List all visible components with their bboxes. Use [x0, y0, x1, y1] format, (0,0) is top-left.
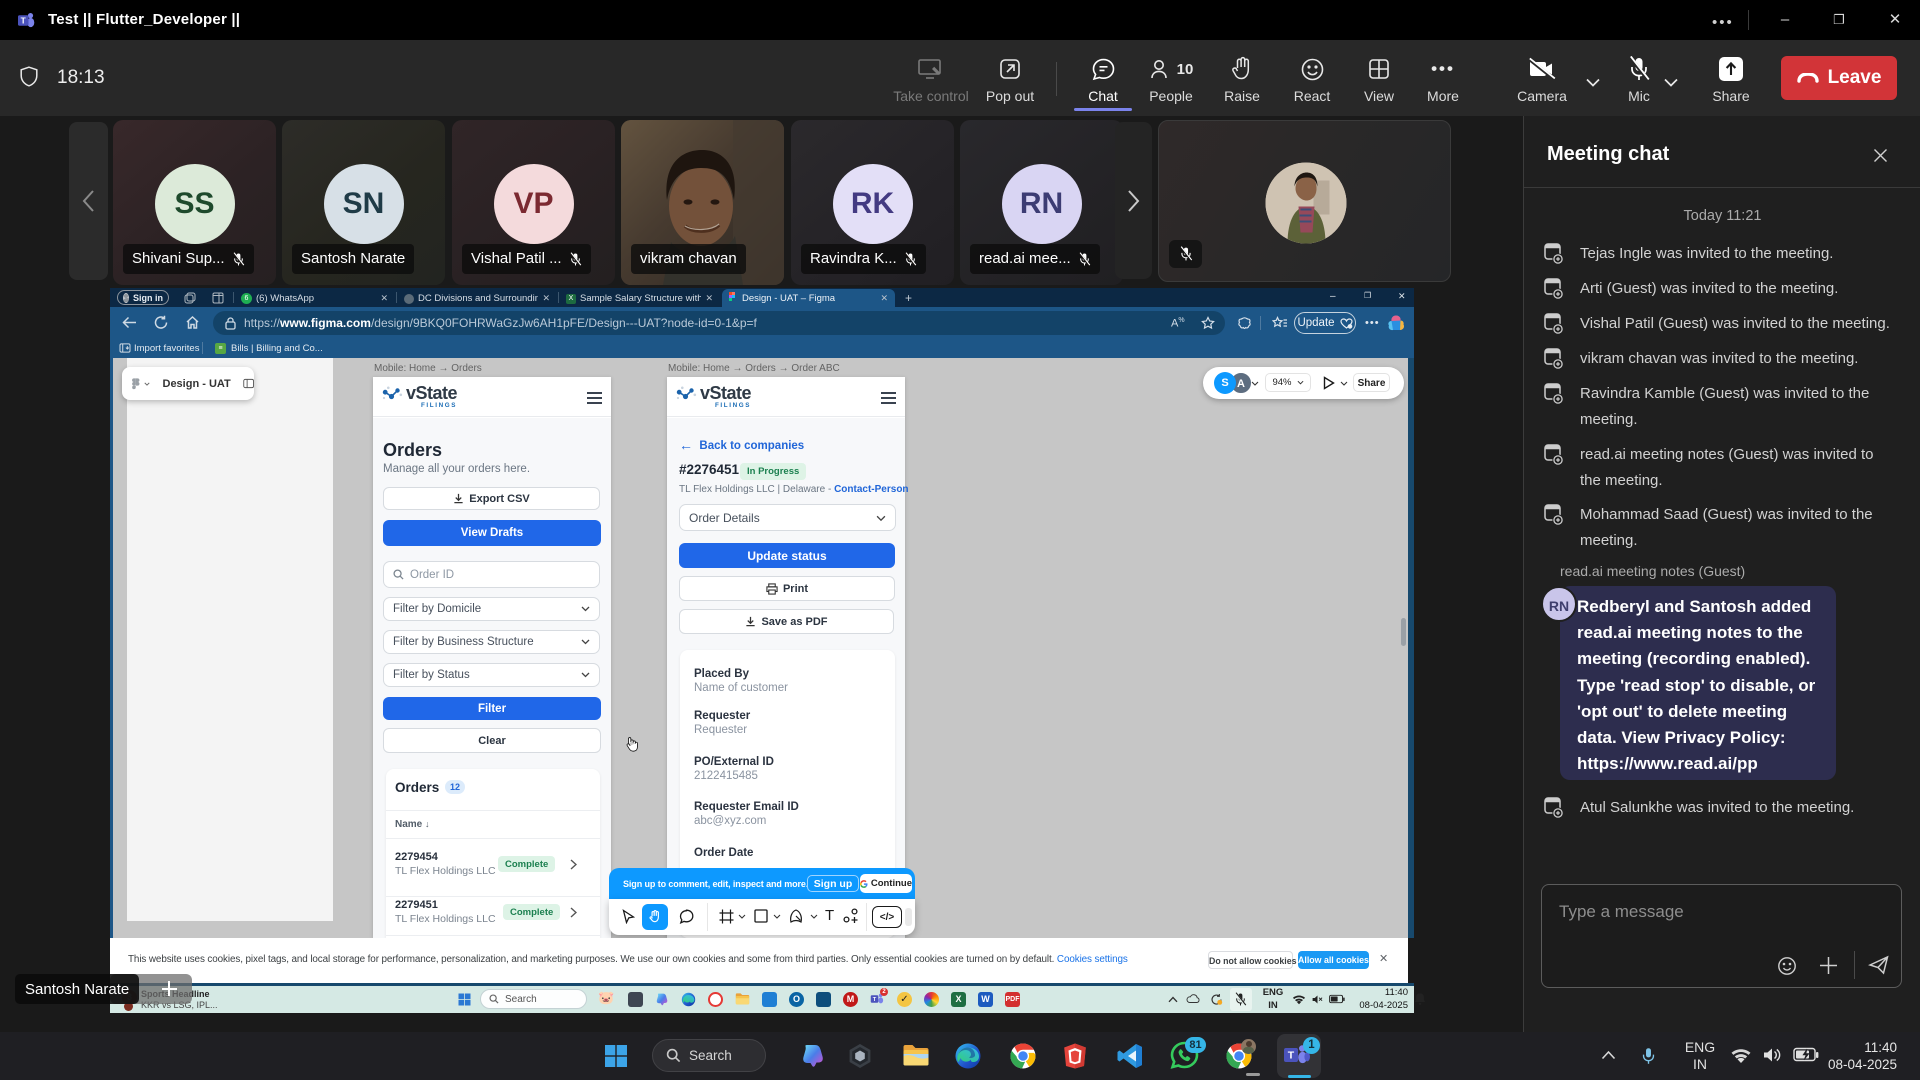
- svg-text:T: T: [1288, 1050, 1295, 1062]
- svg-text:T: T: [873, 997, 877, 1003]
- svg-text:T: T: [21, 15, 27, 25]
